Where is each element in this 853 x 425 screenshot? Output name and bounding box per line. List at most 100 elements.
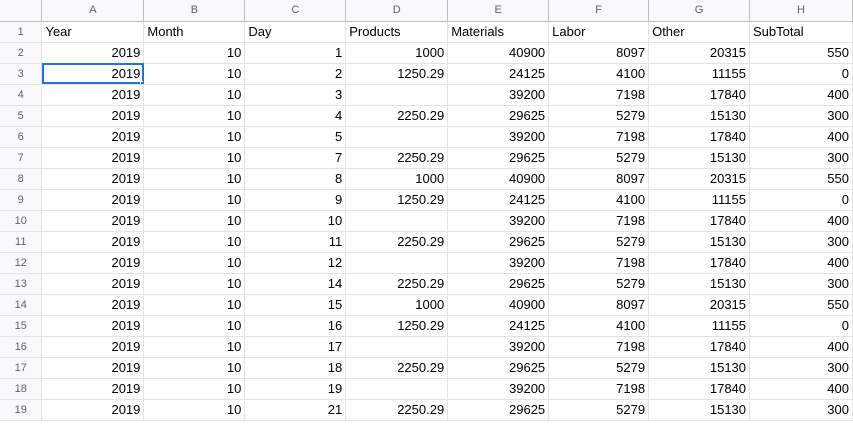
row-header[interactable]: 13 [0,273,43,295]
cell-h15[interactable]: 0 [749,315,853,337]
cell-f9[interactable]: 4100 [548,189,650,211]
cell-f12[interactable]: 7198 [548,252,650,274]
cell-c3[interactable]: 2 [244,63,347,85]
row-header[interactable]: 4 [0,84,43,106]
cell-c6[interactable]: 5 [244,126,347,148]
cell-f5[interactable]: 5279 [548,105,650,127]
cell-d8[interactable]: 1000 [345,168,449,190]
row-header[interactable]: 12 [0,252,43,274]
cell-d13[interactable]: 2250.29 [345,273,449,295]
cell-d16[interactable] [345,336,449,358]
cell-b6[interactable]: 10 [143,126,246,148]
cell-h14[interactable]: 550 [749,294,853,316]
cell-d4[interactable] [345,84,449,106]
cell-c15[interactable]: 16 [244,315,347,337]
cell-f8[interactable]: 8097 [548,168,650,190]
cell-f7[interactable]: 5279 [548,147,650,169]
cell-b18[interactable]: 10 [143,378,246,400]
header-cell-g1[interactable]: Other [648,21,751,43]
cell-g17[interactable]: 15130 [648,357,751,379]
cell-h11[interactable]: 300 [749,231,853,253]
cell-f16[interactable]: 7198 [548,336,650,358]
cell-g10[interactable]: 17840 [648,210,751,232]
cell-g6[interactable]: 17840 [648,126,751,148]
cell-d10[interactable] [345,210,449,232]
cell-h2[interactable]: 550 [749,42,853,64]
cell-g19[interactable]: 15130 [648,399,751,421]
cell-h17[interactable]: 300 [749,357,853,379]
cell-d12[interactable] [345,252,449,274]
cell-b9[interactable]: 10 [143,189,246,211]
cell-b3[interactable]: 10 [143,63,246,85]
cell-h19[interactable]: 300 [749,399,853,421]
cell-e19[interactable]: 29625 [447,399,550,421]
cell-a3[interactable]: 2019 [41,63,145,85]
row-header[interactable]: 10 [0,210,43,232]
cell-g13[interactable]: 15130 [648,273,751,295]
cell-d7[interactable]: 2250.29 [345,147,449,169]
cell-b14[interactable]: 10 [143,294,246,316]
cell-c16[interactable]: 17 [244,336,347,358]
cell-g4[interactable]: 17840 [648,84,751,106]
cell-g3[interactable]: 11155 [648,63,751,85]
cell-a18[interactable]: 2019 [41,378,145,400]
cell-c11[interactable]: 11 [244,231,347,253]
cell-f13[interactable]: 5279 [548,273,650,295]
cell-d9[interactable]: 1250.29 [345,189,449,211]
cell-g11[interactable]: 15130 [648,231,751,253]
cell-g12[interactable]: 17840 [648,252,751,274]
cell-d14[interactable]: 1000 [345,294,449,316]
cell-e18[interactable]: 39200 [447,378,550,400]
cell-c2[interactable]: 1 [244,42,347,64]
cell-g2[interactable]: 20315 [648,42,751,64]
fill-handle[interactable] [140,80,143,83]
row-header[interactable]: 1 [0,21,43,43]
cell-g14[interactable]: 20315 [648,294,751,316]
column-header-e[interactable]: E [447,0,550,22]
row-header[interactable]: 9 [0,189,43,211]
cell-b17[interactable]: 10 [143,357,246,379]
cell-h12[interactable]: 400 [749,252,853,274]
header-cell-f1[interactable]: Labor [548,21,650,43]
cell-d19[interactable]: 2250.29 [345,399,449,421]
column-header-f[interactable]: F [548,0,650,22]
cell-f14[interactable]: 8097 [548,294,650,316]
cell-a17[interactable]: 2019 [41,357,145,379]
row-header[interactable]: 19 [0,399,43,421]
column-header-c[interactable]: C [244,0,347,22]
row-header[interactable]: 11 [0,231,43,253]
cell-a19[interactable]: 2019 [41,399,145,421]
cell-e3[interactable]: 24125 [447,63,550,85]
cell-h16[interactable]: 400 [749,336,853,358]
cell-b11[interactable]: 10 [143,231,246,253]
cell-c9[interactable]: 9 [244,189,347,211]
cell-b12[interactable]: 10 [143,252,246,274]
cell-h7[interactable]: 300 [749,147,853,169]
row-header[interactable]: 14 [0,294,43,316]
cell-b4[interactable]: 10 [143,84,246,106]
cell-c18[interactable]: 19 [244,378,347,400]
cell-h9[interactable]: 0 [749,189,853,211]
cell-f4[interactable]: 7198 [548,84,650,106]
cell-b15[interactable]: 10 [143,315,246,337]
cell-b19[interactable]: 10 [143,399,246,421]
cell-c17[interactable]: 18 [244,357,347,379]
header-cell-e1[interactable]: Materials [447,21,550,43]
cell-d18[interactable] [345,378,449,400]
row-header[interactable]: 17 [0,357,43,379]
cell-f15[interactable]: 4100 [548,315,650,337]
cell-h10[interactable]: 400 [749,210,853,232]
select-all-corner[interactable] [0,0,43,22]
column-header-b[interactable]: B [143,0,246,22]
row-header[interactable]: 7 [0,147,43,169]
row-header[interactable]: 2 [0,42,43,64]
header-cell-a1[interactable]: Year [41,21,145,43]
cell-g18[interactable]: 17840 [648,378,751,400]
cell-g16[interactable]: 17840 [648,336,751,358]
cell-d3[interactable]: 1250.29 [345,63,449,85]
column-header-d[interactable]: D [345,0,449,22]
cell-f11[interactable]: 5279 [548,231,650,253]
cell-e13[interactable]: 29625 [447,273,550,295]
row-header[interactable]: 3 [0,63,43,85]
cell-f10[interactable]: 7198 [548,210,650,232]
